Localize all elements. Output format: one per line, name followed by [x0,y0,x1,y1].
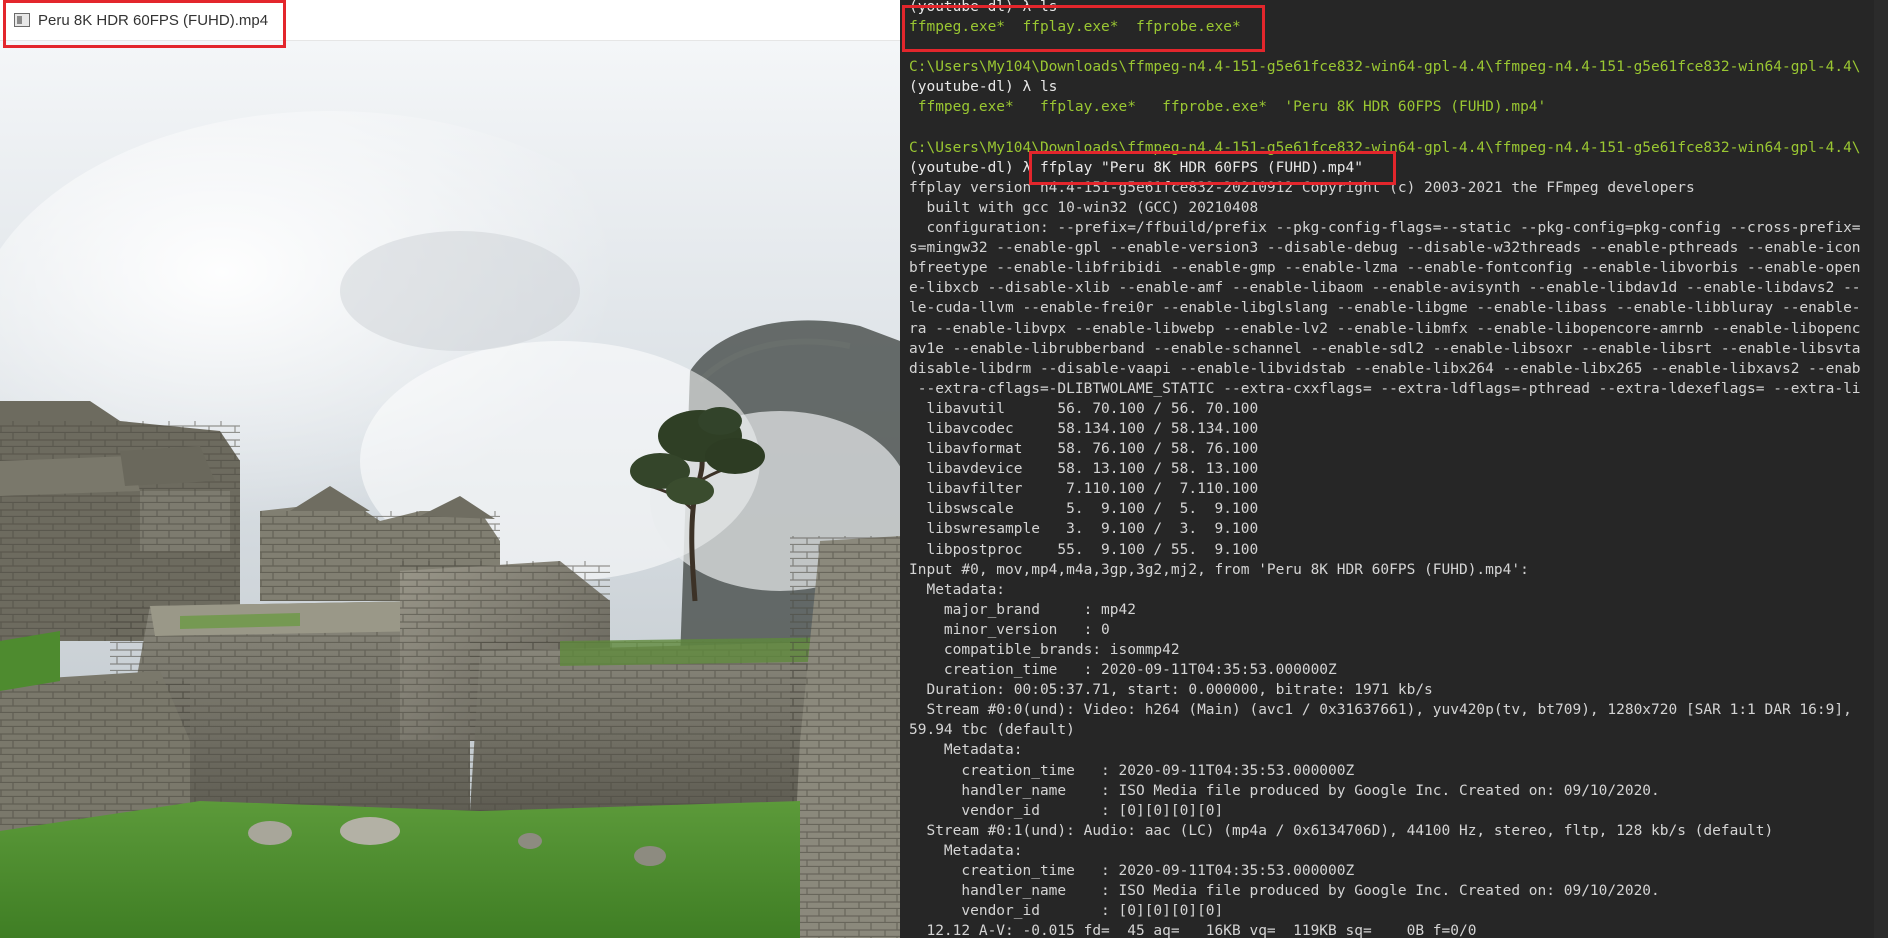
terminal-line: compatible_brands: isommp42 [909,642,1180,658]
terminal-line: vendor_id : [0][0][0][0] [909,903,1224,920]
terminal-line: ra --enable-libvpx --enable-libwebp --en… [909,320,1861,337]
terminal-line: creation_time : 2020-09-11T04:35:53.0000… [909,762,1355,779]
terminal-line: (youtube-dl) λ ls [909,0,1058,15]
terminal-line: configuration: --prefix=/ffbuild/prefix … [909,220,1861,237]
terminal-line: libavutil 56. 70.100 / 56. 70.100 [909,400,1259,417]
terminal-line: e-libxcb --disable-xlib --enable-amf --e… [909,280,1861,297]
terminal-line: ffplay version n4.4-151-g5e61fce832-2021… [909,179,1695,196]
terminal-window[interactable]: (youtube-dl) λ ls ffmpeg.exe* ffplay.exe*… [900,0,1888,938]
terminal-line: C:\Users\My104\Downloads\ffmpeg-n4.4-151… [909,139,1861,156]
terminal-line: handler_name : ISO Media file produced b… [909,782,1660,799]
window-title: Peru 8K HDR 60FPS (FUHD).mp4 [38,11,269,29]
terminal-line: Metadata: [909,581,1006,598]
terminal-line: built with gcc 10-win32 (GCC) 20210408 [909,199,1259,216]
terminal-line: handler_name : ISO Media file produced b… [909,883,1660,900]
terminal-line: Metadata: [909,742,1023,759]
terminal-line: av1e --enable-librubberband --enable-sch… [909,340,1861,357]
terminal-line: 12.12 A-V: -0.015 fd= 45 aq= 16KB vq= 11… [909,923,1477,938]
ffplay-window-icon [14,13,30,27]
terminal-line: disable-libdrm --disable-vaapi --enable-… [909,360,1861,377]
terminal-line: libavcodec 58.134.100 / 58.134.100 [909,420,1259,437]
terminal-line: Stream #0:0(und): Video: h264 (Main) (av… [909,702,1852,719]
ffplay-window[interactable]: Peru 8K HDR 60FPS (FUHD).mp4 [0,0,900,938]
terminal-line: libswscale 5. 9.100 / 5. 9.100 [909,501,1259,518]
terminal-line: (youtube-dl) λ ls [909,79,1058,96]
terminal-line: 59.94 tbc (default) [909,722,1075,739]
terminal-line: Stream #0:1(und): Audio: aac (LC) (mp4a … [909,822,1774,839]
terminal-line: --extra-cflags=-DLIBTWOLAME_STATIC --ext… [909,380,1861,397]
terminal-line: s=mingw32 --enable-gpl --enable-version3… [909,240,1861,257]
terminal-line: Duration: 00:05:37.71, start: 0.000000, … [909,682,1433,699]
terminal-line: creation_time : 2020-09-11T04:35:53.0000… [909,662,1337,679]
terminal-line: bfreetype --enable-libfribidi --enable-g… [909,260,1861,277]
terminal-line: libavfilter 7.110.100 / 7.110.100 [909,481,1259,498]
terminal-line: Metadata: [909,842,1023,859]
terminal-line: libpostproc 55. 9.100 / 55. 9.100 [909,541,1259,558]
terminal-line: libavformat 58. 76.100 / 58. 76.100 [909,441,1259,458]
terminal-line: ffmpeg.exe* ffplay.exe* ffprobe.exe* 'Pe… [909,99,1547,116]
terminal-line: le-cuda-llvm --enable-frei0r --enable-li… [909,300,1861,317]
terminal-line: Input #0, mov,mp4,m4a,3gp,3g2,mj2, from … [909,561,1529,578]
terminal-line: libswresample 3. 9.100 / 3. 9.100 [909,521,1259,538]
terminal-line: major_brand : mp42 [909,601,1136,618]
video-frame[interactable] [0,41,900,938]
terminal-line: libavdevice 58. 13.100 / 58. 13.100 [909,461,1259,478]
terminal-scrollbar[interactable] [1874,0,1888,938]
video-scene [0,41,900,938]
terminal-line: ffmpeg.exe* ffplay.exe* ffprobe.exe* [909,19,1241,36]
terminal-line: C:\Users\My104\Downloads\ffmpeg-n4.4-151… [909,59,1861,76]
terminal-line: (youtube-dl) λ ffplay "Peru 8K HDR 60FPS… [909,159,1363,176]
player-titlebar[interactable]: Peru 8K HDR 60FPS (FUHD).mp4 [0,0,900,41]
terminal-line: creation_time : 2020-09-11T04:35:53.0000… [909,863,1355,880]
terminal-line: vendor_id : [0][0][0][0] [909,802,1224,819]
terminal-line: minor_version : 0 [909,621,1110,638]
terminal-output: (youtube-dl) λ ls ffmpeg.exe* ffplay.exe*… [909,0,1888,938]
